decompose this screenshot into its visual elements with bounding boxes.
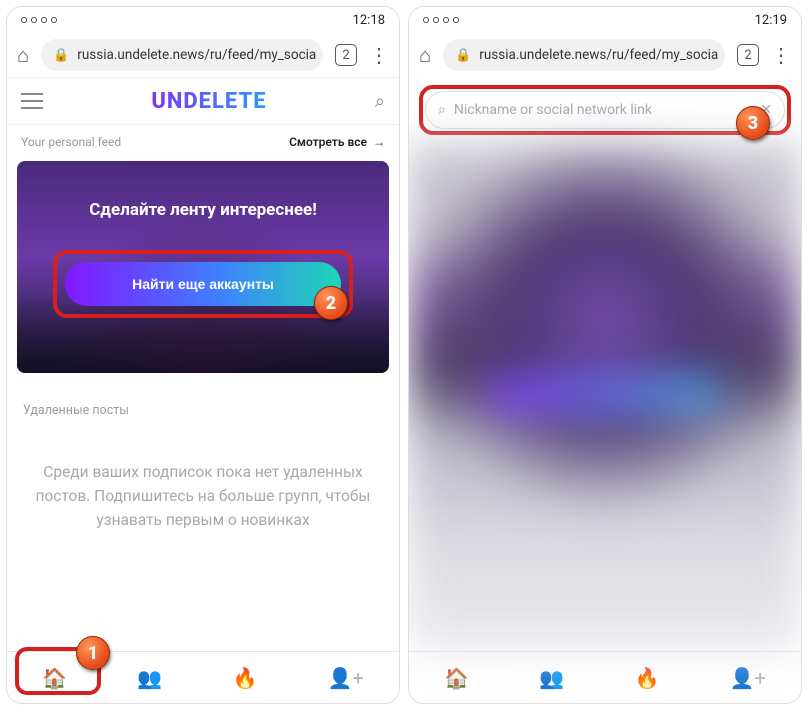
browser-addressbar: ⌂ 🔒 russia.undelete.news/ru/feed/my_soci… <box>409 33 801 77</box>
bottom-nav: 🏠 👥 🔥 👤+ <box>7 651 399 703</box>
phone-left: 12:18 ⌂ 🔒 russia.undelete.news/ru/feed/m… <box>6 6 400 704</box>
nav-home-icon[interactable]: 🏠 <box>42 666 67 690</box>
feed-label: Your personal feed <box>21 135 121 149</box>
hero-banner: Сделайте ленту интереснее! Найти еще акк… <box>17 161 389 373</box>
status-bar: 12:18 <box>7 7 399 33</box>
lock-icon: 🔒 <box>53 48 69 63</box>
home-icon[interactable]: ⌂ <box>419 43 431 68</box>
browser-menu-icon[interactable]: ⋮ <box>369 45 389 65</box>
nav-fire-icon[interactable]: 🔥 <box>634 666 659 690</box>
nav-fire-icon[interactable]: 🔥 <box>232 666 257 690</box>
status-bar: 12:19 <box>409 7 801 33</box>
step-badge-3: 3 <box>736 106 770 140</box>
nav-home-icon[interactable]: 🏠 <box>444 666 469 690</box>
home-icon[interactable]: ⌂ <box>17 43 29 68</box>
search-icon: ⌕ <box>438 102 446 118</box>
browser-menu-icon[interactable]: ⋮ <box>771 45 791 65</box>
search-input[interactable]: ⌕ Nickname or social network link ✕ <box>425 91 785 129</box>
app-logo: UNDELETE <box>151 89 266 114</box>
arrow-right-icon: → <box>373 135 385 149</box>
bottom-nav: 🏠 👥 🔥 👤+ <box>409 651 801 703</box>
lock-icon: 🔒 <box>455 48 471 63</box>
step-badge-1: 1 <box>76 636 110 670</box>
url-box[interactable]: 🔒 russia.undelete.news/ru/feed/my_socia <box>41 39 323 71</box>
blurred-background <box>409 143 801 651</box>
status-time: 12:19 <box>755 13 787 28</box>
hamburger-icon[interactable] <box>21 100 43 102</box>
deleted-posts-title: Удаленные посты <box>7 373 399 430</box>
status-dots <box>423 17 459 23</box>
nav-add-person-icon[interactable]: 👤+ <box>730 666 766 690</box>
see-all-link[interactable]: Смотреть все → <box>289 135 385 149</box>
nav-people-icon[interactable]: 👥 <box>539 666 564 690</box>
tab-count[interactable]: 2 <box>335 44 357 66</box>
highlight-search-input: ⌕ Nickname or social network link ✕ <box>419 85 791 135</box>
url-text: russia.undelete.news/ru/feed/my_socia <box>479 47 718 63</box>
app-header: UNDELETE ⌕ <box>7 77 399 125</box>
nav-people-icon[interactable]: 👥 <box>137 666 162 690</box>
hero-title: Сделайте ленту интереснее! <box>89 200 317 220</box>
status-time: 12:18 <box>353 13 385 28</box>
step-badge-2: 2 <box>314 286 348 320</box>
browser-addressbar: ⌂ 🔒 russia.undelete.news/ru/feed/my_soci… <box>7 33 399 77</box>
url-box[interactable]: 🔒 russia.undelete.news/ru/feed/my_socia <box>443 39 725 71</box>
status-dots <box>21 17 57 23</box>
tab-count[interactable]: 2 <box>737 44 759 66</box>
url-text: russia.undelete.news/ru/feed/my_socia <box>77 47 316 63</box>
highlight-find-accounts: Найти еще аккаунты <box>53 250 353 318</box>
search-placeholder: Nickname or social network link <box>454 102 652 118</box>
nav-add-person-icon[interactable]: 👤+ <box>328 666 364 690</box>
empty-state-text: Среди ваших подписок пока нет удаленных … <box>7 430 399 542</box>
find-accounts-button[interactable]: Найти еще аккаунты <box>65 262 341 306</box>
search-icon[interactable]: ⌕ <box>375 91 385 112</box>
feed-header: Your personal feed Смотреть все → <box>7 125 399 161</box>
